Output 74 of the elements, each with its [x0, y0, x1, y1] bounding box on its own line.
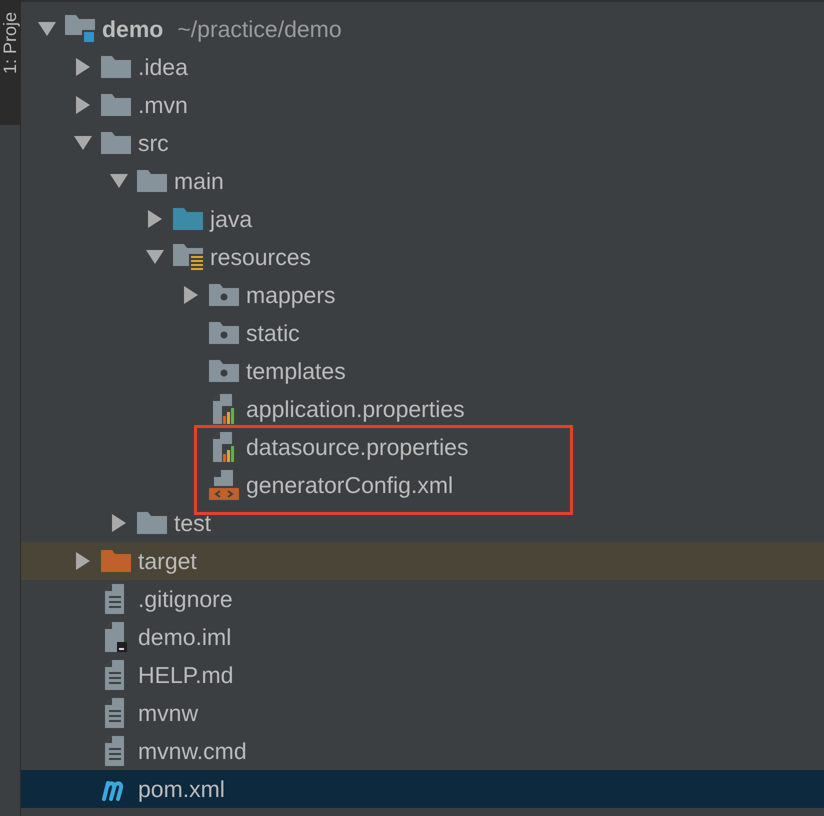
collapse-arrow-icon[interactable]: [38, 22, 56, 36]
tree-row[interactable]: resources: [21, 238, 824, 276]
item-name: static: [246, 320, 300, 346]
tree-row[interactable]: demo.iml: [21, 618, 824, 656]
xml-file-icon: [209, 470, 239, 500]
item-name: .gitignore: [138, 586, 233, 612]
tree-row[interactable]: templates: [21, 352, 824, 390]
folder-icon: [209, 360, 239, 382]
item-name: templates: [246, 358, 346, 384]
item-name: resources: [210, 244, 311, 270]
collapse-arrow-icon[interactable]: [146, 250, 164, 264]
expand-arrow-icon[interactable]: [184, 286, 198, 304]
expand-arrow-icon[interactable]: [76, 58, 90, 76]
item-name: .mvn: [138, 92, 188, 118]
folder-icon: [209, 322, 239, 344]
file-icon: [105, 622, 127, 652]
expand-arrow-icon[interactable]: [76, 96, 90, 114]
project-path: ~/practice/demo: [177, 16, 342, 42]
item-name: test: [174, 510, 212, 536]
tree-row[interactable]: static: [21, 314, 824, 352]
item-name: generatorConfig.xml: [246, 472, 454, 498]
item-name: demo: [102, 16, 164, 42]
tree-row[interactable]: pom.xml: [21, 770, 824, 808]
item-name: demo.iml: [138, 624, 232, 650]
expand-arrow-icon[interactable]: [112, 514, 126, 532]
item-name: main: [174, 168, 224, 194]
file-icon: [105, 584, 127, 614]
file-icon: [105, 736, 127, 766]
tree-row[interactable]: test: [21, 504, 824, 542]
expand-arrow-icon[interactable]: [76, 552, 90, 570]
tree-row[interactable]: datasource.properties: [197, 428, 570, 466]
item-name: java: [210, 206, 252, 232]
item-name: target: [138, 548, 197, 574]
item-name: mvnw.cmd: [138, 738, 247, 764]
file-icon: [213, 394, 235, 424]
tree-row[interactable]: mvnw: [21, 694, 824, 732]
tree-row[interactable]: demo ~/practice/demo: [21, 10, 824, 48]
file-icon: [105, 660, 127, 690]
item-name: datasource.properties: [246, 434, 468, 460]
folder-icon: [101, 94, 131, 116]
project-tool-tab[interactable]: 1: Proje: [0, 0, 20, 125]
tree-row[interactable]: java: [21, 200, 824, 238]
item-name: mvnw: [138, 700, 198, 726]
tree-row[interactable]: src: [21, 124, 824, 162]
expand-arrow-icon[interactable]: [148, 210, 162, 228]
tree-row[interactable]: .idea: [21, 48, 824, 86]
tree-row[interactable]: mvnw.cmd: [21, 732, 824, 770]
folder-icon: [101, 132, 131, 154]
folder-icon: [209, 284, 239, 306]
item-name: .idea: [138, 54, 188, 80]
tree-row[interactable]: target: [21, 542, 824, 580]
tree-row[interactable]: generatorConfig.xml: [197, 466, 570, 504]
collapse-arrow-icon[interactable]: [74, 136, 92, 150]
tree-row[interactable]: mappers: [21, 276, 824, 314]
folder-icon: [173, 244, 203, 270]
folder-icon: [101, 550, 131, 572]
file-icon: [213, 432, 235, 462]
item-name: src: [138, 130, 169, 156]
tree-row[interactable]: .mvn: [21, 86, 824, 124]
item-name: mappers: [246, 282, 336, 308]
tree-row[interactable]: .gitignore: [21, 580, 824, 618]
item-name: application.properties: [246, 396, 465, 422]
item-name: HELP.md: [138, 662, 234, 688]
collapse-arrow-icon[interactable]: [110, 174, 128, 188]
file-icon: [105, 698, 127, 728]
tree-row[interactable]: main: [21, 162, 824, 200]
tree-row[interactable]: HELP.md: [21, 656, 824, 694]
folder-icon: [173, 208, 203, 230]
folder-icon: [65, 15, 95, 43]
folder-icon: [137, 170, 167, 192]
folder-icon: [101, 56, 131, 78]
item-name: pom.xml: [138, 776, 225, 802]
tree-row[interactable]: application.properties: [21, 390, 824, 428]
folder-icon: [137, 512, 167, 534]
